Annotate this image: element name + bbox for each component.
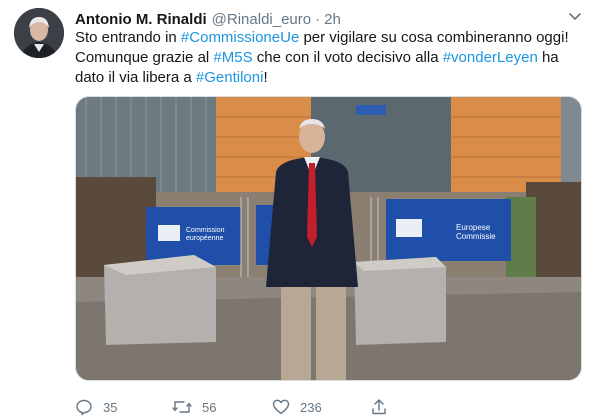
tweet-text-segment: !: [263, 69, 268, 86]
reply-button[interactable]: 35: [75, 396, 117, 418]
tweet-text: Sto entrando in #CommissioneUe per vigil…: [75, 28, 580, 88]
tweet-timestamp[interactable]: 2h: [324, 11, 341, 28]
like-button[interactable]: 236: [272, 396, 322, 418]
retweet-icon: [172, 401, 192, 413]
hashtag-link[interactable]: #M5S: [213, 49, 252, 66]
banner-left-line1: Commission: [186, 227, 225, 234]
tweet-photo[interactable]: Commission européenne Europese Commissie: [75, 96, 582, 381]
like-count: 236: [300, 399, 322, 415]
hashtag-link[interactable]: #CommissioneUe: [181, 29, 299, 46]
tweet-header: Antonio M. Rinaldi @Rinaldi_euro · 2h: [75, 9, 341, 29]
hashtag-link[interactable]: #vonderLeyen: [443, 49, 538, 66]
chevron-down-icon[interactable]: [566, 10, 584, 24]
share-button[interactable]: [370, 396, 398, 418]
avatar[interactable]: [14, 8, 64, 58]
retweet-count: 56: [202, 399, 217, 415]
reply-count: 35: [103, 399, 118, 415]
author-name[interactable]: Antonio M. Rinaldi: [75, 11, 207, 28]
banner-right-line1: Europese: [456, 223, 491, 232]
tweet-text-segment: Sto entrando in: [75, 29, 181, 46]
tweet-actions: 35 56 236: [75, 396, 475, 418]
like-icon: [272, 399, 290, 415]
separator-dot: ·: [315, 10, 321, 28]
hashtag-link[interactable]: #Gentiloni: [196, 69, 264, 86]
tweet[interactable]: Antonio M. Rinaldi @Rinaldi_euro · 2h St…: [0, 0, 596, 419]
author-handle[interactable]: @Rinaldi_euro: [212, 11, 311, 28]
retweet-button[interactable]: 56: [172, 396, 216, 418]
banner-right-line2: Commissie: [456, 232, 496, 241]
banner-left-line2: européenne: [186, 235, 223, 242]
reply-icon: [76, 399, 92, 416]
tweet-text-segment: che con il voto decisivo alla: [252, 49, 443, 66]
share-icon: [372, 399, 386, 415]
